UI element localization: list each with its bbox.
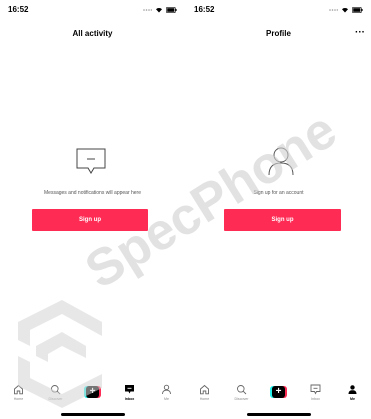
tab-label: Discover — [48, 397, 63, 401]
wifi-icon — [342, 7, 348, 13]
empty-state-text: Messages and notifications will appear h… — [44, 190, 141, 196]
person-icon — [162, 384, 171, 395]
tab-home[interactable]: Home — [0, 381, 37, 407]
battery-icon — [352, 7, 363, 13]
inbox-icon — [310, 384, 321, 395]
home-indicator — [60, 413, 125, 416]
tab-me[interactable]: Me — [148, 381, 185, 407]
signal-icon — [143, 9, 152, 11]
status-icons — [143, 6, 177, 14]
tab-label: Home — [13, 397, 24, 401]
tab-label: Me — [350, 397, 355, 401]
status-bar: 16:52 — [0, 0, 185, 20]
search-icon — [237, 385, 247, 395]
tab-label: Me — [164, 397, 169, 401]
status-time: 16:52 — [8, 5, 29, 14]
tab-create[interactable]: + — [74, 381, 111, 407]
wifi-icon — [156, 7, 162, 13]
page-title: All activity — [72, 29, 113, 38]
status-bar: 16:52 — [186, 0, 371, 20]
inbox-screen: 16:52 All activity Messages and notifica… — [0, 0, 185, 419]
home-indicator — [246, 413, 311, 416]
bottom-tab-bar: Home Discover + Inbox Me — [186, 381, 371, 407]
tab-discover[interactable]: Discover — [37, 381, 74, 407]
person-outline-icon — [268, 147, 294, 176]
more-options-icon[interactable]: ··· — [355, 28, 365, 38]
status-icons — [329, 6, 363, 14]
bottom-tab-bar: Home Discover + Inbox Me — [0, 381, 185, 407]
tab-label: Home — [199, 397, 210, 401]
tab-inbox[interactable]: Inbox — [111, 381, 148, 407]
message-icon — [76, 148, 106, 174]
inbox-icon — [125, 385, 134, 394]
create-plus-icon: + — [270, 386, 287, 398]
signal-icon — [329, 9, 338, 11]
signup-button[interactable]: Sign up — [32, 209, 148, 231]
tab-label: Inbox — [124, 397, 135, 401]
create-plus-icon: + — [84, 386, 101, 398]
signup-button[interactable]: Sign up — [224, 209, 341, 231]
search-icon — [51, 385, 61, 395]
tab-me[interactable]: Me — [334, 381, 371, 407]
home-icon — [200, 384, 209, 395]
profile-screen: 16:52 Profile ··· Sign up for an account… — [186, 0, 371, 419]
status-time: 16:52 — [194, 5, 215, 14]
home-icon — [14, 384, 23, 395]
tab-discover[interactable]: Discover — [223, 381, 260, 407]
page-title: Profile — [266, 29, 291, 38]
battery-icon — [166, 7, 177, 13]
tab-label: Discover — [234, 397, 249, 401]
tab-inbox[interactable]: Inbox — [297, 381, 334, 407]
tab-create[interactable]: + — [260, 381, 297, 407]
empty-state-text: Sign up for an account — [253, 190, 304, 196]
person-icon — [348, 385, 357, 394]
tab-home[interactable]: Home — [186, 381, 223, 407]
tab-label: Inbox — [311, 397, 320, 401]
